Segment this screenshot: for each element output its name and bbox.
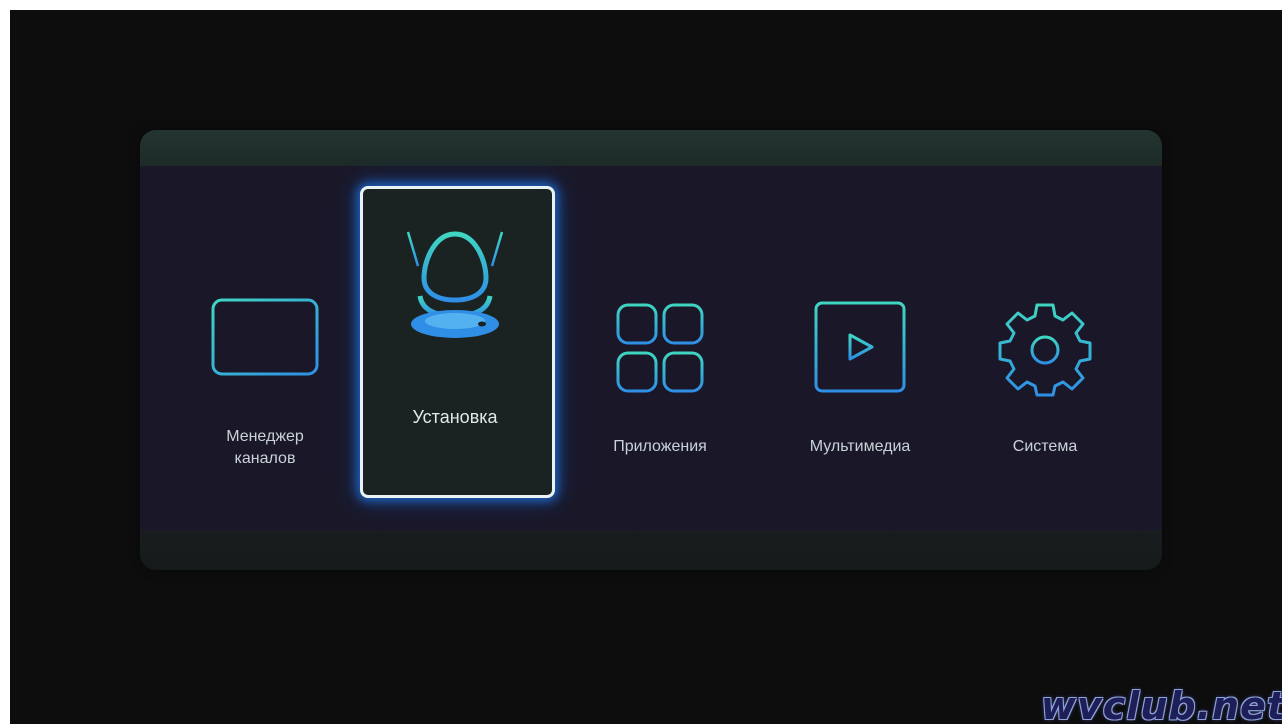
media-player-icon — [812, 299, 908, 400]
menu-item-applications[interactable]: Приложения — [565, 166, 755, 530]
menu-item-label: Мультимедиа — [809, 438, 911, 455]
gear-icon — [994, 299, 1096, 406]
watermark-logo: wvclub.net — [1040, 684, 1282, 724]
menu-item-multimedia[interactable]: Мультимедиа — [765, 166, 955, 530]
menu-item-system[interactable]: Система — [950, 166, 1140, 530]
main-menu-panel: Менеджер каналов Установка Приложения Му… — [140, 130, 1162, 570]
menu-item-label: Система — [1012, 438, 1078, 455]
panel-header-bar — [140, 130, 1162, 166]
menu-item-label: Приложения — [613, 438, 707, 455]
panel-footer-bar — [140, 530, 1162, 570]
tv-screen: Менеджер каналов Установка Приложения Му… — [10, 10, 1282, 724]
menu-item-channel-manager[interactable]: Менеджер каналов — [170, 166, 360, 530]
menu-item-label: Менеджер каналов — [226, 428, 304, 467]
apps-grid-icon — [614, 301, 706, 400]
tv-monitor-icon — [209, 296, 321, 399]
menu-item-label: Установка — [412, 407, 498, 427]
menu-item-installation[interactable]: Установка — [360, 166, 555, 530]
satellite-antenna-icon — [400, 226, 510, 351]
